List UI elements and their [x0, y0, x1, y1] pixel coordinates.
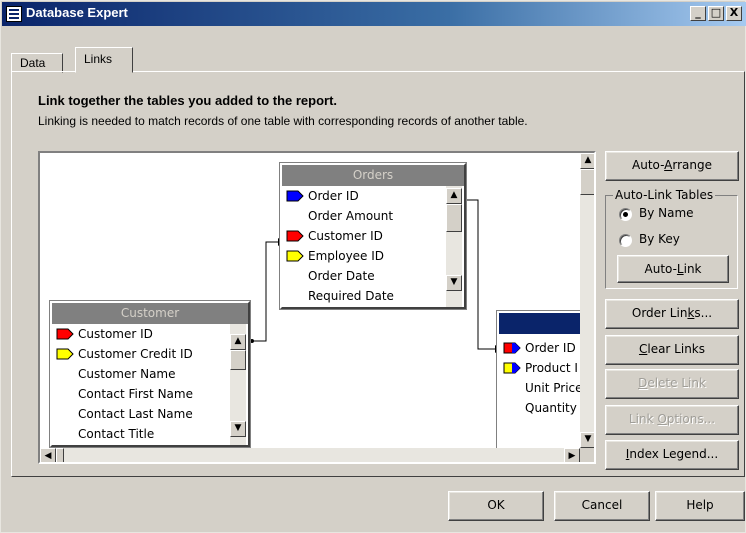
field-customer-id[interactable]: Customer ID: [78, 324, 153, 344]
field-order-date[interactable]: Order Date: [308, 266, 375, 286]
scroll-thumb[interactable]: [580, 169, 594, 195]
by-key-label[interactable]: By Key: [639, 232, 680, 246]
page-heading: Link together the tables you added to th…: [38, 93, 338, 108]
link-options-button[interactable]: Link Options...: [605, 405, 739, 435]
field-customer-name[interactable]: Customer Name: [78, 364, 176, 384]
index-legend-button[interactable]: Index Legend...: [605, 440, 739, 470]
clear-links-button[interactable]: Clear Links: [605, 335, 739, 365]
delete-link-button[interactable]: Delete Link: [605, 369, 739, 399]
link-line-customer-orders: [252, 241, 278, 342]
key-red-icon: [286, 230, 304, 242]
scroll-up-button[interactable]: ▲: [580, 153, 594, 169]
key-yellow-icon: [286, 250, 304, 262]
by-key-radio[interactable]: [619, 234, 632, 247]
key-red-icon: [56, 328, 74, 340]
auto-link-button[interactable]: Auto-Link: [617, 255, 729, 283]
field-customer-credit-id[interactable]: Customer Credit ID: [78, 344, 193, 364]
field-order-amount[interactable]: Order Amount: [308, 206, 393, 226]
key-yellow-icon: [56, 348, 74, 360]
table-customer-scrollbar[interactable]: ▲ ▼: [230, 324, 246, 445]
field-required-date[interactable]: Required Date: [308, 286, 394, 306]
scroll-thumb[interactable]: [56, 448, 64, 462]
field-unit-price[interactable]: Unit Price: [525, 378, 583, 398]
link-canvas[interactable]: Orders Order ID Order Amount Customer ID…: [38, 151, 596, 464]
scroll-up-button[interactable]: ▲: [446, 188, 462, 204]
window-title: Database Expert: [26, 5, 128, 20]
field-contact-title[interactable]: Contact Title: [78, 424, 154, 444]
table-customer-fields: Customer ID Customer Credit ID Customer …: [52, 324, 230, 445]
database-expert-window: Database Expert _ □ X Data Links Link to…: [0, 0, 746, 533]
tab-links[interactable]: Links: [75, 47, 133, 73]
scroll-down-button[interactable]: ▼: [230, 421, 246, 437]
table-orders-fields: Order ID Order Amount Customer ID Employ…: [282, 186, 446, 307]
auto-link-group-label: Auto-Link Tables: [613, 188, 716, 202]
table-orders[interactable]: Orders Order ID Order Amount Customer ID…: [280, 163, 466, 309]
page-description: Linking is needed to match records of on…: [38, 114, 528, 128]
field-customer-id[interactable]: Customer ID: [308, 226, 383, 246]
scroll-up-button[interactable]: ▲: [230, 334, 246, 350]
field-order-id[interactable]: Order ID: [308, 186, 359, 206]
field-quantity[interactable]: Quantity: [525, 398, 577, 418]
link-anchor-customer: [250, 339, 254, 343]
by-name-radio[interactable]: [619, 208, 632, 221]
field-product-id[interactable]: Product I: [525, 358, 578, 378]
table-customer[interactable]: Customer Customer ID Customer Credit ID …: [50, 301, 250, 447]
table-orders-scrollbar[interactable]: ▲ ▼: [446, 186, 462, 307]
title-bar[interactable]: Database Expert _ □ X: [2, 2, 746, 26]
table-customer-title[interactable]: Customer: [52, 303, 248, 324]
field-order-id[interactable]: Order ID: [525, 338, 576, 358]
canvas-vertical-scrollbar[interactable]: ▲ ▼: [580, 153, 594, 448]
field-employee-id[interactable]: Employee ID: [308, 246, 384, 266]
by-name-label[interactable]: By Name: [639, 206, 694, 220]
canvas-horizontal-scrollbar[interactable]: ◀ ▶: [40, 448, 580, 462]
scroll-thumb[interactable]: [446, 204, 462, 232]
scroll-left-button[interactable]: ◀: [40, 448, 56, 462]
scroll-corner: [580, 448, 594, 462]
app-icon: [6, 6, 22, 22]
close-button[interactable]: X: [726, 6, 742, 21]
field-contact-last-name[interactable]: Contact Last Name: [78, 404, 193, 424]
maximize-button[interactable]: □: [708, 6, 724, 21]
order-links-button[interactable]: Order Links...: [605, 299, 739, 329]
table-orders-title[interactable]: Orders: [282, 165, 464, 186]
tab-data[interactable]: Data: [11, 53, 63, 73]
key-yellow-blue-icon: [503, 362, 521, 374]
field-contact-first-name[interactable]: Contact First Name: [78, 384, 193, 404]
minimize-button[interactable]: _: [690, 6, 706, 21]
ok-button[interactable]: OK: [448, 491, 544, 521]
key-red-blue-icon: [503, 342, 521, 354]
scroll-down-button[interactable]: ▼: [446, 275, 462, 291]
link-line-orders-details: [465, 199, 495, 350]
help-button[interactable]: Help: [655, 491, 745, 521]
key-blue-icon: [286, 190, 304, 202]
scroll-down-button[interactable]: ▼: [580, 432, 594, 448]
scroll-thumb[interactable]: [230, 350, 246, 370]
scroll-right-button[interactable]: ▶: [564, 448, 580, 462]
auto-arrange-button[interactable]: Auto-Arrange: [605, 151, 739, 181]
cancel-button[interactable]: Cancel: [554, 491, 650, 521]
